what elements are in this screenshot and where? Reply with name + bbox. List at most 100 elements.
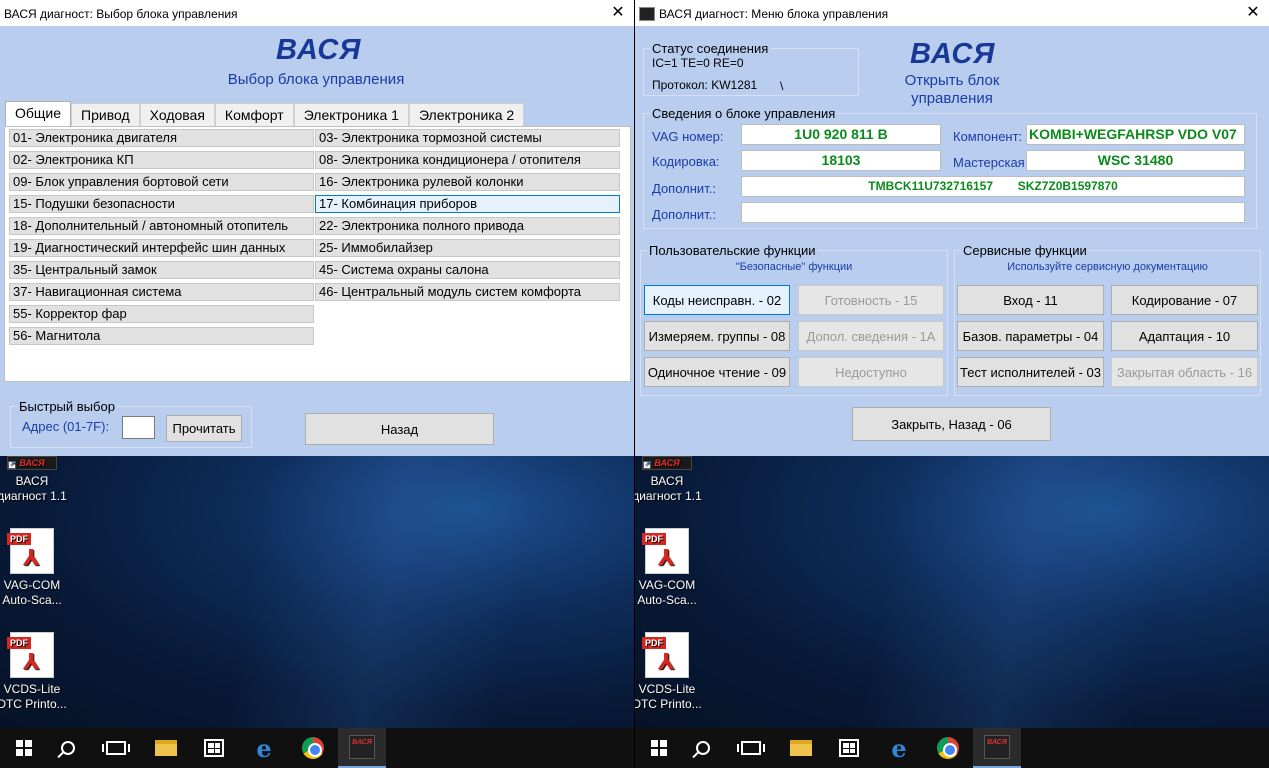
desktop-background: ↗ ВАСЯ ВАСЯ диагност 1.1 PDF ⅄ VAG-COM Aut… (0, 456, 634, 728)
component-label: Компонент: (953, 129, 1023, 144)
protocol-label: Протокол: KW1281 (652, 78, 758, 92)
module-item-selected[interactable]: 17- Комбинация приборов (315, 195, 620, 213)
back-button[interactable]: Назад (305, 413, 494, 445)
readiness-button[interactable]: Готовность - 15 (798, 285, 944, 315)
tab-general[interactable]: Общие (5, 101, 72, 127)
vasya-app-icon: ВАСЯ (984, 735, 1010, 759)
search-button[interactable] (44, 728, 92, 768)
read-button[interactable]: Прочитать (166, 415, 242, 442)
file-explorer-button[interactable] (777, 728, 825, 768)
start-button[interactable] (635, 728, 683, 768)
vasya-taskbar-button[interactable]: ВАСЯ (973, 728, 1021, 768)
titlebar: ВАСЯ диагност: Выбор блока управления ✕ (0, 0, 634, 26)
module-item[interactable]: 03- Электроника тормозной системы (315, 129, 620, 147)
tab-chassis[interactable]: Ходовая (139, 103, 215, 127)
single-reading-button[interactable]: Одиночное чтение - 09 (644, 357, 790, 387)
module-item[interactable]: 02- Электроника КП (9, 151, 314, 169)
extra-field: TMBCK11U732716157 SKZ7Z0B1597870 (741, 176, 1245, 197)
start-button[interactable] (0, 728, 48, 768)
module-item[interactable]: 56- Магнитола (9, 327, 314, 345)
module-select-window: ВАСЯ диагност: Выбор блока управления ✕ … (0, 0, 634, 456)
module-item[interactable]: 01- Электроника двигателя (9, 129, 314, 147)
desktop-icon-vagcom[interactable]: PDF ⅄ VAG-COM Auto-Sca... (635, 528, 702, 608)
desktop-icon-vasya[interactable]: ↗ ВАСЯ ВАСЯ диагност 1.1 (0, 456, 67, 504)
module-item[interactable]: 25- Иммобилайзер (315, 239, 620, 257)
acrobat-icon: ⅄ (23, 649, 40, 674)
pdf-file-icon: PDF ⅄ (642, 632, 689, 678)
desktop-icon-label: ВАСЯ диагност 1.1 (635, 474, 702, 503)
chrome-icon (302, 737, 324, 759)
output-test-button[interactable]: Тест исполнителей - 03 (957, 357, 1104, 387)
user-functions-title: Пользовательские функции (647, 243, 818, 258)
module-item[interactable]: 08- Электроника кондиционера / отопителя (315, 151, 620, 169)
close-icon[interactable]: ✕ (1243, 0, 1263, 26)
store-button[interactable] (190, 728, 238, 768)
task-view-button[interactable] (92, 728, 140, 768)
module-item[interactable]: 35- Центральный замок (9, 261, 314, 279)
adaptation-button[interactable]: Адаптация - 10 (1111, 321, 1258, 351)
close-back-button[interactable]: Закрыть, Назад - 06 (852, 407, 1051, 441)
module-item[interactable]: 45- Система охраны салона (315, 261, 620, 279)
task-view-button[interactable] (727, 728, 775, 768)
module-item[interactable]: 22- Электроника полного привода (315, 217, 620, 235)
folder-icon (155, 740, 177, 756)
security-access-button[interactable]: Закрытая область - 16 (1111, 357, 1258, 387)
desktop-icon-vcds[interactable]: PDF ⅄ VCDS-Lite DTC Printo... (0, 632, 67, 712)
file-explorer-button[interactable] (142, 728, 190, 768)
fault-codes-button[interactable]: Коды неисправн. - 02 (644, 285, 790, 315)
module-item[interactable]: 15- Подушки безопасности (9, 195, 314, 213)
desktop-icon-vcds[interactable]: PDF ⅄ VCDS-Lite DTC Printo... (635, 632, 702, 712)
vag-number-field: 1U0 920 811 B (741, 124, 941, 145)
acrobat-icon: ⅄ (658, 649, 675, 674)
chrome-button[interactable] (924, 728, 972, 768)
chrome-icon (937, 737, 959, 759)
module-item[interactable]: 19- Диагностический интерфейс шин данных (9, 239, 314, 257)
edge-button[interactable]: e (875, 728, 923, 768)
connection-counters: IC=1 TE=0 RE=0 (652, 56, 744, 70)
vasya-taskbar-button[interactable]: ВАСЯ (338, 728, 386, 768)
module-item[interactable]: 18- Дополнительный / автономный отопител… (9, 217, 314, 235)
basic-settings-button[interactable]: Базов. параметры - 04 (957, 321, 1104, 351)
titlebar: ВАСЯ диагност: Меню блока управления ✕ (635, 0, 1269, 26)
module-item[interactable]: 55- Корректор фар (9, 305, 314, 323)
desktop-icon-vasya[interactable]: ↗ ВАСЯ ВАСЯ диагност 1.1 (635, 456, 702, 504)
desktop-icon-label: VCDS-Lite DTC Printo... (635, 682, 702, 711)
immobilizer-id-value: SKZ7Z0B1597870 (1017, 179, 1118, 193)
pdf-file-icon: PDF ⅄ (7, 528, 54, 574)
tab-comfort[interactable]: Комфорт (214, 103, 294, 127)
desktop-background: ↗ ВАСЯ ВАСЯ диагност 1.1 PDF ⅄ VAG-COM Aut… (635, 456, 1269, 728)
vasya-icon-art: ВАСЯ (654, 458, 680, 468)
taskbar: e ВАСЯ (635, 728, 1269, 768)
measuring-groups-button[interactable]: Измеряем. группы - 08 (644, 321, 790, 351)
tab-electronics-1[interactable]: Электроника 1 (293, 103, 409, 127)
pdf-file-icon: PDF ⅄ (642, 528, 689, 574)
close-icon[interactable]: ✕ (608, 0, 628, 26)
coding-field: 18103 (741, 150, 941, 171)
user-functions-hint: "Безопасные" функции (735, 261, 853, 273)
tab-drive[interactable]: Привод (71, 103, 140, 127)
desktop-icon-label: VAG-COM Auto-Sca... (637, 578, 697, 607)
unavailable-button[interactable]: Недоступно (798, 357, 944, 387)
address-input[interactable] (122, 416, 155, 439)
desktop-icon-label: ВАСЯ диагност 1.1 (0, 474, 67, 503)
module-item[interactable]: 16- Электроника рулевой колонки (315, 173, 620, 191)
vasya-icon-art: ВАСЯ (19, 458, 45, 468)
coding-button[interactable]: Кодирование - 07 (1111, 285, 1258, 315)
module-item[interactable]: 09- Блок управления бортовой сети (9, 173, 314, 191)
login-button[interactable]: Вход - 11 (957, 285, 1104, 315)
extra-info-button[interactable]: Допол. сведения - 1A (798, 321, 944, 351)
module-item[interactable]: 37- Навигационная система (9, 283, 314, 301)
window-subtitle-line1: Открыть блок (904, 72, 1000, 89)
module-item[interactable]: 46- Центральный модуль систем комфорта (315, 283, 620, 301)
module-info-title: Сведения о блоке управления (650, 106, 838, 121)
chrome-button[interactable] (289, 728, 337, 768)
vasya-logo: ВАСЯ (910, 38, 996, 70)
edge-button[interactable]: e (240, 728, 288, 768)
tab-electronics-2[interactable]: Электроника 2 (408, 103, 525, 127)
desktop-icon-vagcom[interactable]: PDF ⅄ VAG-COM Auto-Sca... (0, 528, 67, 608)
search-button[interactable] (679, 728, 727, 768)
folder-icon (790, 740, 812, 756)
store-button[interactable] (825, 728, 873, 768)
store-icon (839, 739, 859, 757)
window-subtitle-line2: управления (911, 90, 993, 107)
